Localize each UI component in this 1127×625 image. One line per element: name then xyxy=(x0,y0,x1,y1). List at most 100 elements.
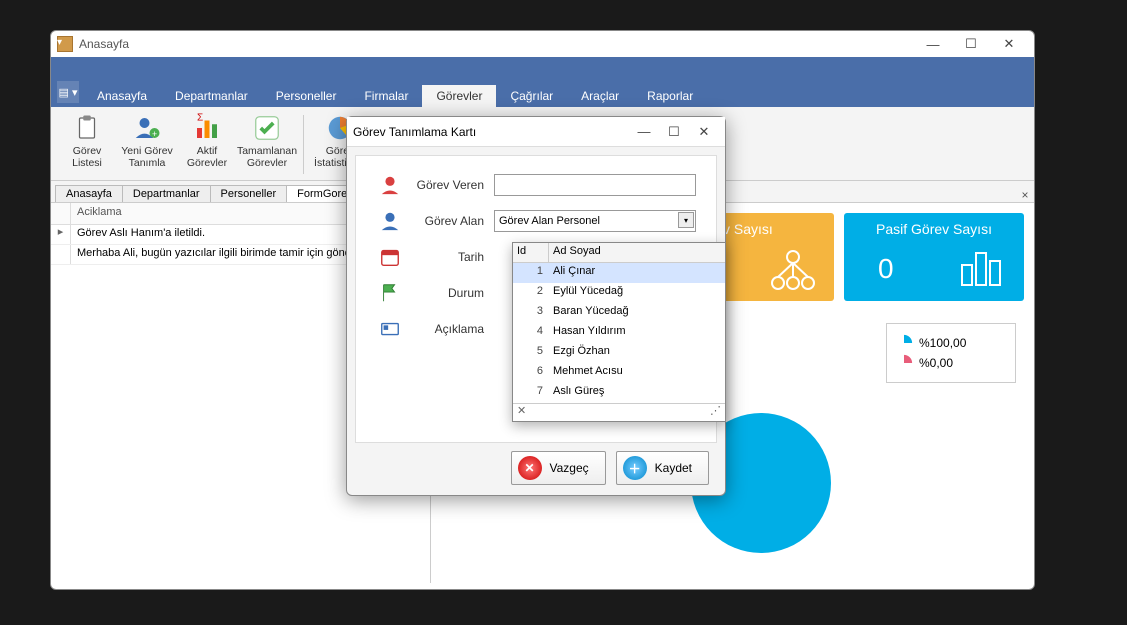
bars-icon xyxy=(958,249,1008,289)
menu-tab-çağrılar[interactable]: Çağrılar xyxy=(496,85,567,107)
menubar: ▾ ▤ ▾ AnasayfaDepartmanlarPersonellerFir… xyxy=(51,57,1034,107)
dropdown-item[interactable]: 1Ali Çınar xyxy=(513,263,725,283)
minimize-button[interactable]: — xyxy=(914,33,952,55)
save-label: Kaydet xyxy=(655,461,692,475)
ribbon-person-add[interactable]: +Yeni GörevTanımla xyxy=(117,111,177,178)
bars-icon: Σ xyxy=(192,113,222,143)
save-icon: ＋ xyxy=(623,456,647,480)
dropdown-item[interactable]: 5Ezgi Özhan xyxy=(513,343,725,363)
menu-tab-araçlar[interactable]: Araçlar xyxy=(567,85,633,107)
menu-tab-raporlar[interactable]: Raporlar xyxy=(633,85,707,107)
main-title: Anasayfa xyxy=(79,37,129,51)
menu-tab-departmanlar[interactable]: Departmanlar xyxy=(161,85,262,107)
dropdown-item-id: 2 xyxy=(513,283,549,303)
dropdown-item-name: Hasan Yıldırım xyxy=(549,323,725,343)
dropdown-header: Id Ad Soyad xyxy=(513,243,725,263)
dropdown-item-id: 5 xyxy=(513,343,549,363)
dropdown-footer: ✕ ⋰ xyxy=(513,403,725,421)
dropdown-item-id: 6 xyxy=(513,363,549,383)
dialog-minimize-button[interactable]: — xyxy=(629,121,659,143)
check-icon xyxy=(252,113,282,143)
dropdown-col-name[interactable]: Ad Soyad xyxy=(549,243,725,262)
input-gorev-veren[interactable] xyxy=(494,174,696,196)
row-marker xyxy=(51,245,71,264)
tree-icon xyxy=(768,249,818,293)
ribbon-label: Yeni GörevTanımla xyxy=(121,145,173,169)
doc-tab-anasayfa[interactable]: Anasayfa xyxy=(55,185,123,202)
legend-swatch-icon xyxy=(895,354,913,372)
ribbon-check[interactable]: TamamlananGörevler xyxy=(237,111,297,178)
dropdown-item[interactable]: 6Mehmet Acısu xyxy=(513,363,725,383)
doc-tab-departmanlar[interactable]: Departmanlar xyxy=(122,185,211,202)
dialog-maximize-button[interactable]: ☐ xyxy=(659,121,689,143)
dropdown-item[interactable]: 4Hasan Yıldırım xyxy=(513,323,725,343)
cancel-button[interactable]: ✕ Vazgeç xyxy=(511,451,606,485)
ribbon-label: GörevListesi xyxy=(72,145,102,169)
stat-card-passive-value: 0 xyxy=(878,253,894,285)
close-button[interactable]: ✕ xyxy=(990,33,1028,55)
ribbon-label: TamamlananGörevler xyxy=(237,145,297,169)
label-durum: Durum xyxy=(410,286,494,300)
task-dialog: Görev Tanımlama Kartı — ☐ ✕ Görev Veren … xyxy=(346,116,726,496)
person-add-icon: + xyxy=(132,113,162,143)
dialog-close-button[interactable]: ✕ xyxy=(689,121,719,143)
label-gorev-veren: Görev Veren xyxy=(410,178,494,192)
dropdown-item-name: Aslı Güreş xyxy=(549,383,725,403)
doc-tab-personeller[interactable]: Personeller xyxy=(210,185,288,202)
dialog-titlebar: Görev Tanımlama Kartı — ☐ ✕ xyxy=(347,117,725,147)
svg-text:Σ: Σ xyxy=(197,113,203,124)
stat-card-passive: Pasif Görev Sayısı 0 xyxy=(844,213,1024,301)
legend-item: %0,00 xyxy=(895,354,1007,372)
chart-legend: %100,00 %0,00 xyxy=(886,323,1016,383)
file-menu-button[interactable]: ▤ ▾ xyxy=(57,81,79,103)
dropdown-item-name: Ali Çınar xyxy=(549,263,725,283)
maximize-button[interactable]: ☐ xyxy=(952,33,990,55)
ribbon-clipboard[interactable]: GörevListesi xyxy=(57,111,117,178)
dropdown-item[interactable]: 3Baran Yücedağ xyxy=(513,303,725,323)
dropdown-resize-grip[interactable]: ⋰ xyxy=(710,404,721,421)
legend-item: %100,00 xyxy=(895,334,1007,352)
quick-access-caret-icon[interactable]: ▾ xyxy=(57,37,75,51)
dropdown-item-name: Mehmet Acısu xyxy=(549,363,725,383)
stat-card-passive-title: Pasif Görev Sayısı xyxy=(876,221,992,237)
dialog-title: Görev Tanımlama Kartı xyxy=(353,125,476,139)
menu-tab-görevler[interactable]: Görevler xyxy=(422,85,496,107)
dropdown-item-name: Baran Yücedağ xyxy=(549,303,725,323)
menu-tabs: AnasayfaDepartmanlarPersonellerFirmalarG… xyxy=(83,83,707,107)
legend-swatch-icon xyxy=(895,334,913,352)
dropdown-item-id: 7 xyxy=(513,383,549,403)
main-titlebar: Anasayfa — ☐ ✕ xyxy=(51,31,1034,57)
calendar-icon xyxy=(376,246,404,268)
dropdown-item-id: 3 xyxy=(513,303,549,323)
menu-tab-firmalar[interactable]: Firmalar xyxy=(350,85,422,107)
dialog-body: Görev Veren Görev Alan Görev Alan Person… xyxy=(355,155,717,443)
ribbon-label: AktifGörevler xyxy=(187,145,227,169)
dropdown-item-id: 4 xyxy=(513,323,549,343)
ribbon-bars[interactable]: Σ AktifGörevler xyxy=(177,111,237,178)
dropdown-item-name: Eylül Yücedağ xyxy=(549,283,725,303)
label-gorev-alan: Görev Alan xyxy=(410,214,494,228)
menu-tab-personeller[interactable]: Personeller xyxy=(262,85,351,107)
combo-gorev-alan[interactable]: Görev Alan Personel ▾ xyxy=(494,210,696,232)
dropdown-item-id: 1 xyxy=(513,263,549,283)
dropdown-item[interactable]: 2Eylül Yücedağ xyxy=(513,283,725,303)
legend-label: %100,00 xyxy=(919,336,966,350)
save-button[interactable]: ＋ Kaydet xyxy=(616,451,709,485)
dropdown-item[interactable]: 7Aslı Güreş xyxy=(513,383,725,403)
personel-dropdown[interactable]: Id Ad Soyad 1Ali Çınar2Eylül Yücedağ3Bar… xyxy=(512,242,726,422)
dropdown-close-x[interactable]: ✕ xyxy=(517,404,526,421)
card-icon xyxy=(376,318,404,340)
close-doc-tab-button[interactable]: × xyxy=(1016,188,1034,202)
cancel-icon: ✕ xyxy=(518,456,542,480)
label-aciklama: Açıklama xyxy=(410,322,494,336)
row-marker: ▸ xyxy=(51,225,71,244)
menu-tab-anasayfa[interactable]: Anasayfa xyxy=(83,85,161,107)
dropdown-item-name: Ezgi Özhan xyxy=(549,343,725,363)
person-blue-icon xyxy=(376,210,404,232)
chevron-down-icon[interactable]: ▾ xyxy=(678,212,694,228)
clipboard-icon xyxy=(72,113,102,143)
flag-icon xyxy=(376,282,404,304)
label-tarih: Tarih xyxy=(410,250,494,264)
dropdown-col-id[interactable]: Id xyxy=(513,243,549,262)
cancel-label: Vazgeç xyxy=(550,461,589,475)
